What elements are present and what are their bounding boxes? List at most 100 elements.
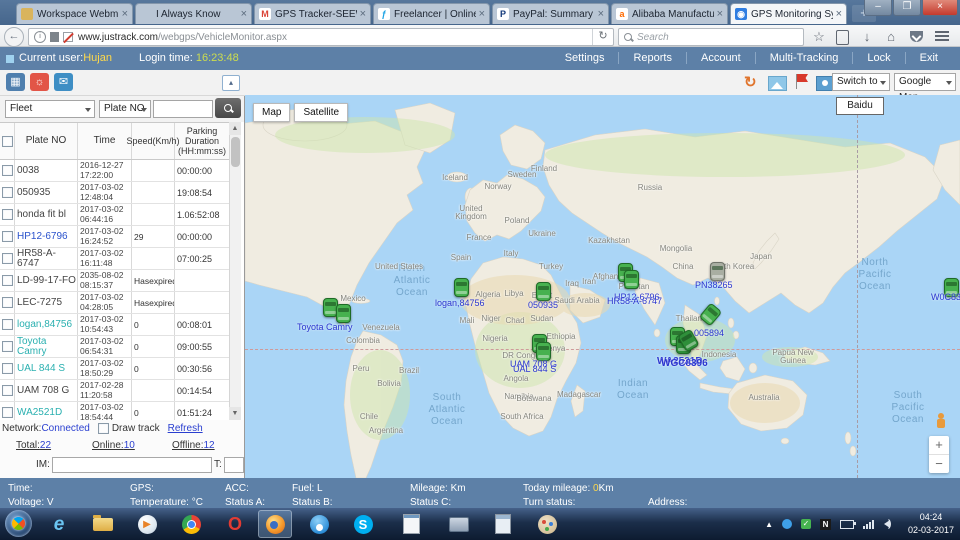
- start-button[interactable]: [5, 510, 32, 537]
- table-row[interactable]: LEC-7275 2017-03-02 04:28:05 Hasexpired: [0, 292, 229, 314]
- browser-tab[interactable]: a Alibaba Manufacturer ... ×: [611, 3, 728, 24]
- home-icon[interactable]: ⌂: [882, 29, 900, 44]
- zoom-out-button[interactable]: −: [929, 455, 949, 473]
- browser-tab[interactable]: ◉ GPS Monitoring Sy... ×: [730, 3, 847, 24]
- scroll-up-arrow[interactable]: ▲: [229, 122, 241, 135]
- table-row[interactable]: UAM 708 G 2017-02-28 11:20:58 00:14:54: [0, 380, 229, 402]
- plate-cell[interactable]: UAM 708 G: [15, 380, 78, 401]
- taskbar-explorer[interactable]: [86, 510, 120, 538]
- vehicle-marker-label[interactable]: 005894: [694, 328, 724, 338]
- fleet-select[interactable]: Fleet: [5, 100, 95, 118]
- plate-cell[interactable]: Toyota Camry: [15, 336, 78, 357]
- plate-cell[interactable]: 050935: [15, 182, 78, 203]
- user-menu-link[interactable]: Multi-Tracking: [755, 52, 853, 64]
- vehicle-marker-label[interactable]: WGC8396: [661, 358, 708, 369]
- vehicle-marker-label[interactable]: logan,84756: [435, 298, 485, 308]
- message-button[interactable]: ✉: [54, 73, 73, 91]
- vehicle-marker-label[interactable]: UAL 844 S: [513, 364, 556, 374]
- plate-cell[interactable]: UAL 844 S: [15, 358, 78, 379]
- bookmark-star-icon[interactable]: ☆: [810, 29, 828, 45]
- tray-app-icon[interactable]: N: [820, 519, 831, 530]
- tab-close-icon[interactable]: ×: [479, 8, 485, 20]
- taskbar-qq[interactable]: [302, 510, 336, 538]
- table-row[interactable]: HP12-6796 2017-03-02 16:24:52 29 00:00:0…: [0, 226, 229, 248]
- row-checkbox[interactable]: [2, 385, 13, 396]
- zoom-in-button[interactable]: +: [929, 436, 949, 455]
- browser-tab[interactable]: P PayPal: Summary ×: [492, 3, 609, 24]
- taskbar-notes[interactable]: [394, 510, 428, 538]
- taskbar-calculator[interactable]: [486, 510, 520, 538]
- plate-no-select[interactable]: Plate NO: [99, 100, 151, 118]
- plate-cell[interactable]: honda fit bl: [15, 204, 78, 225]
- scrollbar-thumb[interactable]: [231, 137, 240, 167]
- taskbar-firefox[interactable]: [258, 510, 292, 538]
- taskbar-wallet[interactable]: [442, 510, 476, 538]
- user-menu-link[interactable]: Lock: [852, 52, 904, 64]
- row-checkbox[interactable]: [2, 165, 13, 176]
- vehicle-marker[interactable]: [710, 262, 725, 281]
- url-text[interactable]: www.justrack.com/webgps/VehicleMonitor.a…: [78, 32, 287, 43]
- t-input[interactable]: [224, 457, 244, 473]
- monitor-button[interactable]: ▦: [6, 73, 25, 91]
- map-canvas[interactable]: North Atlantic Ocean South Atlantic Ocea…: [245, 95, 960, 478]
- plate-cell[interactable]: WA2521D: [15, 402, 78, 420]
- maximize-button[interactable]: ❐: [893, 0, 921, 16]
- vehicle-marker-label[interactable]: PN38265: [695, 280, 733, 290]
- scroll-down-arrow[interactable]: ▼: [229, 407, 241, 420]
- tab-close-icon[interactable]: ×: [836, 8, 842, 20]
- row-checkbox[interactable]: [2, 187, 13, 198]
- table-row[interactable]: LD-99-17-FO 2035-08-02 08:15:37 Hasexpir…: [0, 270, 229, 292]
- plate-cell[interactable]: HR58-A-6747: [15, 248, 78, 269]
- menu-icon[interactable]: [935, 31, 949, 42]
- alert-button[interactable]: ☼: [30, 73, 49, 91]
- row-checkbox[interactable]: [2, 253, 13, 264]
- page-info-icon[interactable]: i: [34, 31, 46, 43]
- vehicle-marker-label[interactable]: HR58-A-6747: [607, 296, 662, 306]
- row-checkbox[interactable]: [2, 231, 13, 242]
- map-provider-select[interactable]: Google Map: [894, 73, 956, 91]
- reload-icon[interactable]: ↻: [592, 29, 613, 45]
- taskbar-skype[interactable]: S: [346, 510, 380, 538]
- street-view-icon[interactable]: [768, 76, 787, 91]
- tray-expand-icon[interactable]: ▲: [765, 520, 773, 529]
- table-row[interactable]: Toyota Camry 2017-03-02 06:54:31 0 09:00…: [0, 336, 229, 358]
- map-view-button[interactable]: Map: [253, 103, 290, 122]
- search-button[interactable]: [215, 98, 241, 118]
- switch-to-select[interactable]: Switch to: [832, 73, 890, 91]
- back-button[interactable]: ←: [4, 27, 24, 47]
- tab-close-icon[interactable]: ×: [360, 8, 366, 20]
- row-checkbox[interactable]: [2, 209, 13, 220]
- downloads-icon[interactable]: ↓: [858, 29, 876, 44]
- vehicle-marker-label[interactable]: W0C8396: [931, 292, 960, 302]
- plate-cell[interactable]: 0038: [15, 160, 78, 181]
- browser-tab[interactable]: ƒ Freelancer | Online... ×: [373, 3, 490, 24]
- row-checkbox[interactable]: [2, 363, 13, 374]
- row-checkbox[interactable]: [2, 341, 13, 352]
- browser-tab[interactable]: Workspace Webm... ×: [16, 3, 133, 24]
- tab-close-icon[interactable]: ×: [241, 8, 247, 20]
- row-checkbox[interactable]: [2, 297, 13, 308]
- tab-close-icon[interactable]: ×: [717, 8, 723, 20]
- plate-cell[interactable]: LEC-7275: [15, 292, 78, 313]
- plate-cell[interactable]: logan,84756: [15, 314, 78, 335]
- pegman-icon[interactable]: [936, 413, 946, 429]
- reader-mode-icon[interactable]: [50, 32, 59, 42]
- taskbar-clock[interactable]: 04:2402-03-2017: [908, 511, 954, 537]
- vehicle-marker[interactable]: [336, 304, 351, 323]
- minimize-button[interactable]: –: [864, 0, 892, 16]
- table-row[interactable]: honda fit bl 2017-03-02 06:44:16 1.06:52…: [0, 204, 229, 226]
- url-bar[interactable]: i www.justrack.com/webgps/VehicleMonitor…: [28, 28, 614, 46]
- tray-qq-icon[interactable]: [782, 519, 792, 529]
- draw-track-checkbox[interactable]: [98, 423, 109, 434]
- table-row[interactable]: 050935 2017-03-02 12:48:04 19:08:54: [0, 182, 229, 204]
- user-menu-link[interactable]: Reports: [618, 52, 686, 64]
- tray-antivirus-icon[interactable]: ✓: [801, 519, 811, 529]
- browser-tab[interactable]: I Always Know ×: [135, 3, 252, 24]
- close-button[interactable]: ×: [922, 0, 958, 16]
- plate-search-input[interactable]: [153, 100, 213, 118]
- refresh-link[interactable]: Refresh: [168, 423, 203, 434]
- refresh-map-icon[interactable]: ↻: [744, 73, 757, 91]
- network-signal-icon[interactable]: [863, 519, 875, 529]
- table-row[interactable]: UAL 844 S 2017-03-02 18:50:29 0 00:30:56: [0, 358, 229, 380]
- taskbar-opera[interactable]: O: [218, 510, 252, 538]
